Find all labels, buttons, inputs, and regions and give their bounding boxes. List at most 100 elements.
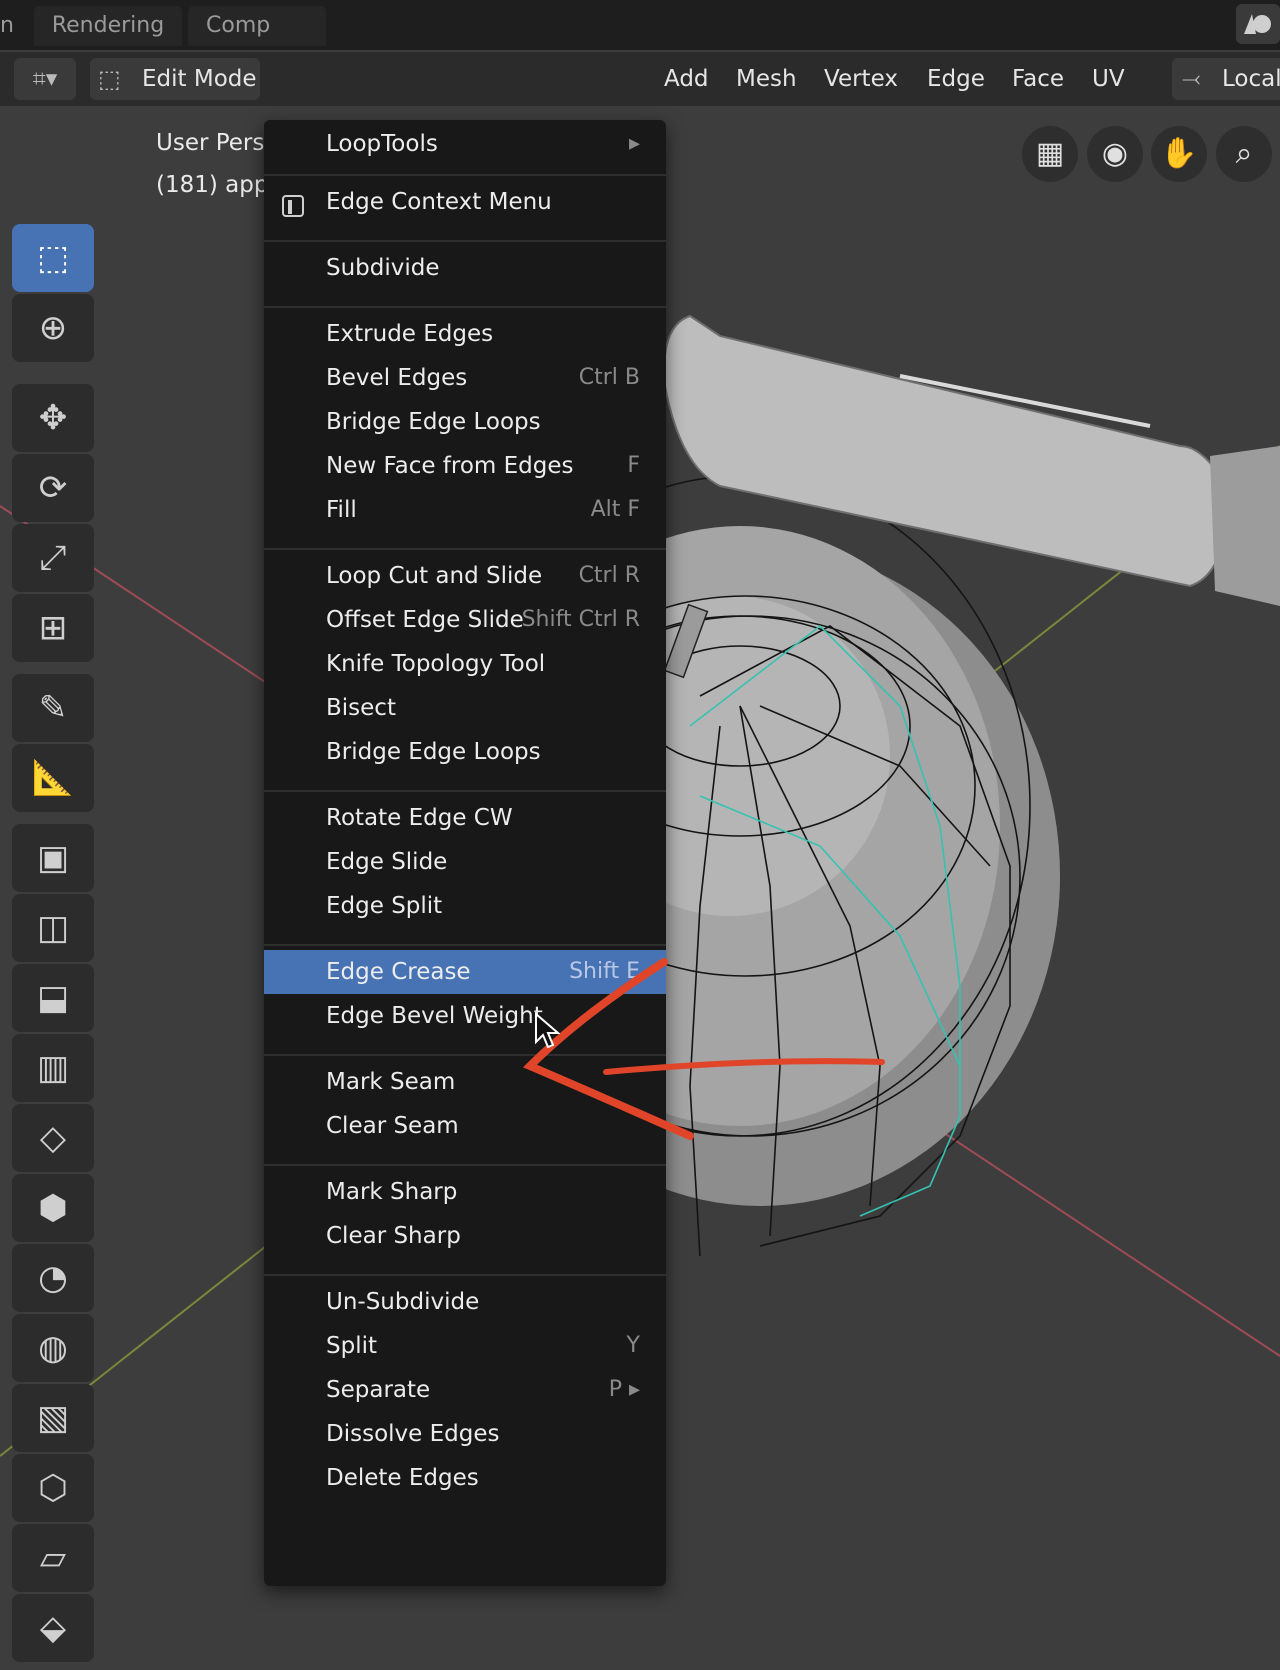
menu-item-clear-seam[interactable]: Clear Seam [264,1104,666,1148]
grid-icon[interactable]: ▦ [1022,126,1078,182]
local-view-icon: ⤙ [1182,66,1201,92]
menu-item-bevel-edges[interactable]: Bevel Edges Ctrl B [264,356,666,400]
menu-item-delete-edges[interactable]: Delete Edges [264,1456,666,1500]
smooth-icon-button[interactable]: ◍ [12,1314,94,1382]
hand-icon[interactable]: ✋ [1151,126,1207,182]
mode-label: Edit Mode [142,66,257,92]
menu-item-new-face-from-edges[interactable]: New Face from Edges F [264,444,666,488]
shear-icon-button[interactable]: ▱ [12,1524,94,1592]
menu-item-subdivide[interactable]: Subdivide [264,246,666,290]
menu-item-label: Subdivide [326,255,440,281]
menu-add[interactable]: Add [654,58,719,100]
menu-item-label: Mark Seam [326,1069,456,1095]
menu-item-mark-seam[interactable]: Mark Seam [264,1060,666,1104]
inset-faces-icon: ◫ [36,908,70,948]
cursor-icon: ⊕ [38,308,68,348]
knife-icon: ◇ [39,1118,67,1158]
bevel-icon-button[interactable]: ⬓ [12,964,94,1032]
shear-icon: ▱ [39,1538,67,1578]
menu-item-bridge-edge-loops[interactable]: Bridge Edge Loops [264,730,666,774]
spin-icon-button[interactable]: ◔ [12,1244,94,1312]
menu-separator [264,306,666,308]
workspace-tab-rendering[interactable]: Rendering [34,6,182,46]
loop-cut-icon-button[interactable]: ▥ [12,1034,94,1102]
measure-icon: 📐 [31,758,75,798]
menu-item-dissolve-edges[interactable]: Dissolve Edges [264,1412,666,1456]
menu-item-split[interactable]: Split Y [264,1324,666,1368]
edge-slide-icon: ▧ [36,1398,70,1438]
menu-item-label: Fill [326,497,357,523]
rip-region-icon-button[interactable]: ⬙ [12,1594,94,1662]
menu-face[interactable]: Face [1002,58,1074,100]
knife-icon-button[interactable]: ◇ [12,1104,94,1172]
transform-orientation-select[interactable]: ⤙ Local [1172,58,1280,100]
viewport-header: ⌗▾ ⬚ Edit Mode Add Mesh Vertex Edge Face… [0,52,1280,106]
scale-icon: ⤢ [39,538,67,578]
menu-item-label: Bevel Edges [326,365,468,391]
extrude-region-icon-button[interactable]: ▣ [12,824,94,892]
mesh-editor-icon: ⌗▾ [32,66,58,92]
menu-uv[interactable]: UV [1082,58,1135,100]
editor-type-button[interactable]: ⌗▾ [14,58,76,100]
menu-item-edge-context-menu[interactable]: Edge Context Menu [264,180,666,224]
scale-icon-button[interactable]: ⤢ [12,524,94,592]
select-box-icon-button[interactable]: ⬚ [12,224,94,292]
menu-mesh[interactable]: Mesh [726,58,807,100]
move-icon-button[interactable]: ✥ [12,384,94,452]
menu-separator [264,174,666,176]
mode-select[interactable]: ⬚ Edit Mode [90,58,260,100]
menu-item-un-subdivide[interactable]: Un-Subdivide [264,1280,666,1324]
3d-viewport[interactable]: User Persp (181) appl ▦ ◉ ✋ ⌕ ⬚ ⊕ ✥ ⟳ ⤢ ⊞ ✎ 📐 ▣ ◫… [0,106,1280,1670]
menu-item-shortcut: P ▸ [608,1377,640,1402]
menu-item-fill[interactable]: Fill Alt F [264,488,666,532]
menu-item-label: Split [326,1333,377,1359]
menu-item-label: Knife Topology Tool [326,651,546,677]
rotate-icon: ⟳ [38,468,68,508]
view-name: User Persp [156,130,279,156]
menu-vertex[interactable]: Vertex [814,58,908,100]
menu-item-edge-bevel-weight[interactable]: Edge Bevel Weight [264,994,666,1038]
menu-item-clear-sharp[interactable]: Clear Sharp [264,1214,666,1258]
shrink-fatten-icon-button[interactable]: ⬡ [12,1454,94,1522]
select-box-icon: ⬚ [36,238,70,278]
cursor-icon-button[interactable]: ⊕ [12,294,94,362]
menu-item-shortcut: Alt F [590,497,640,522]
workspace-tab-compositing[interactable]: Comp [188,6,326,46]
measure-icon-button[interactable]: 📐 [12,744,94,812]
menu-item-bisect[interactable]: Bisect [264,686,666,730]
menu-item-extrude-edges[interactable]: Extrude Edges [264,312,666,356]
poly-build-icon-button[interactable]: ⬢ [12,1174,94,1242]
camera-icon[interactable]: ◉ [1087,126,1143,182]
menu-separator [264,1274,666,1276]
menu-item-bridge-edge-loops[interactable]: Bridge Edge Loops [264,400,666,444]
scene-icon[interactable] [1236,4,1280,44]
menu-item-rotate-edge-cw[interactable]: Rotate Edge CW [264,796,666,840]
menu-item-mark-sharp[interactable]: Mark Sharp [264,1170,666,1214]
context-menu-icon [280,190,306,217]
menu-item-label: Edge Context Menu [326,189,552,215]
menu-item-edge-crease[interactable]: Edge Crease Shift E [264,950,666,994]
menu-item-separate[interactable]: Separate P ▸ [264,1368,666,1412]
workspace-tab-partial[interactable]: n [0,6,20,46]
bevel-icon: ⬓ [36,978,70,1018]
menu-item-edge-slide[interactable]: Edge Slide [264,840,666,884]
zoom-icon[interactable]: ⌕ [1216,126,1272,182]
menu-item-knife-topology-tool[interactable]: Knife Topology Tool [264,642,666,686]
rotate-icon-button[interactable]: ⟳ [12,454,94,522]
menu-item-loop-cut-and-slide[interactable]: Loop Cut and Slide Ctrl R [264,554,666,598]
menu-item-edge-split[interactable]: Edge Split [264,884,666,928]
menu-edge[interactable]: Edge [917,58,995,100]
menu-item-looptools[interactable]: LoopTools ▸ [264,122,666,166]
menu-item-shortcut: Shift Ctrl R [521,607,640,632]
transform-icon-button[interactable]: ⊞ [12,594,94,662]
menu-item-label: Mark Sharp [326,1179,458,1205]
annotate-icon: ✎ [38,688,68,728]
menu-item-offset-edge-slide[interactable]: Offset Edge Slide Shift Ctrl R [264,598,666,642]
menu-item-label: Dissolve Edges [326,1421,500,1447]
menu-item-label: Separate [326,1377,431,1403]
inset-faces-icon-button[interactable]: ◫ [12,894,94,962]
edge-slide-icon-button[interactable]: ▧ [12,1384,94,1452]
menu-item-label: New Face from Edges [326,453,574,479]
menu-separator [264,548,666,550]
annotate-icon-button[interactable]: ✎ [12,674,94,742]
